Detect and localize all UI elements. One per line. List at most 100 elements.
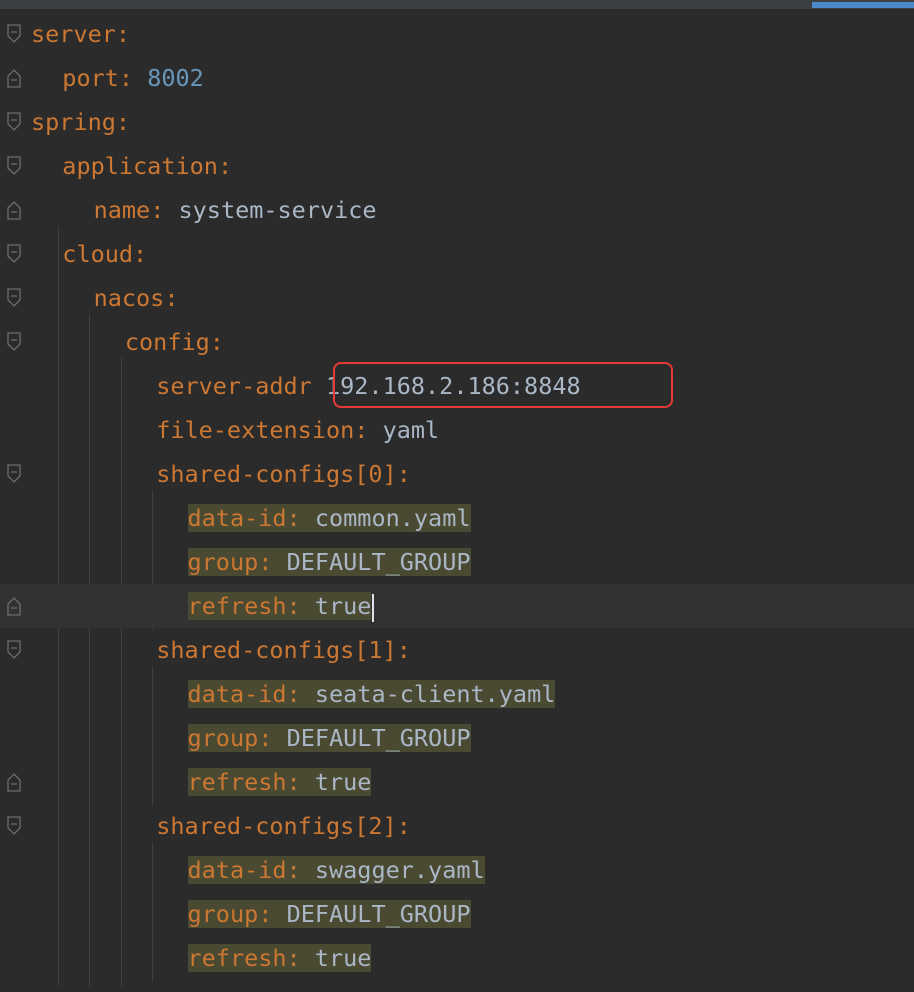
yaml-value: true — [314, 944, 372, 972]
code-text[interactable]: shared-configs[1]: — [156, 635, 411, 665]
yaml-value: swagger.yaml — [314, 856, 485, 884]
yaml-key: nacos — [93, 284, 165, 312]
code-text[interactable]: group: DEFAULT_GROUP — [187, 899, 471, 929]
yaml-colon: : — [115, 108, 131, 136]
fold-marker-icon[interactable] — [6, 156, 22, 176]
yaml-key: name — [93, 196, 151, 224]
yaml-colon: : — [258, 900, 273, 928]
code-text[interactable]: config: — [125, 327, 224, 357]
fold-end-icon[interactable] — [6, 68, 22, 88]
code-text[interactable]: name: system-service — [94, 195, 377, 225]
yaml-key: spring — [31, 108, 116, 136]
code-line[interactable]: nacos: — [0, 276, 914, 320]
code-line[interactable]: config: — [0, 320, 914, 364]
code-line[interactable]: server: — [0, 12, 914, 56]
yaml-value: yaml — [382, 416, 440, 444]
code-line[interactable]: group: DEFAULT_GROUP — [0, 716, 914, 760]
fold-end-icon[interactable] — [6, 596, 22, 616]
code-line[interactable]: data-id: seata-client.yaml — [0, 672, 914, 716]
code-line[interactable]: spring: — [0, 100, 914, 144]
yaml-value: DEFAULT_GROUP — [286, 724, 471, 752]
code-line[interactable]: refresh: true — [0, 936, 914, 980]
code-text[interactable]: data-id: swagger.yaml — [187, 855, 485, 885]
code-text[interactable]: group: DEFAULT_GROUP — [187, 547, 471, 577]
yaml-value: DEFAULT_GROUP — [286, 548, 471, 576]
yaml-colon: : — [286, 592, 301, 620]
fold-marker-icon[interactable] — [6, 464, 22, 484]
code-text[interactable]: shared-configs[2]: — [156, 811, 411, 841]
yaml-colon: : — [115, 20, 131, 48]
code-line[interactable]: cloud: — [0, 232, 914, 276]
code-text[interactable]: server: — [31, 19, 130, 49]
yaml-colon: : — [286, 856, 301, 884]
code-editor[interactable]: server: port: 8002 spring: application: name… — [0, 12, 914, 992]
yaml-key: refresh — [187, 768, 287, 796]
code-line[interactable]: port: 8002 — [0, 56, 914, 100]
code-text[interactable]: shared-configs[0]: — [156, 459, 411, 489]
highlight-annotation-box — [333, 362, 673, 408]
fold-marker-icon[interactable] — [6, 640, 22, 660]
code-text[interactable]: spring: — [31, 107, 130, 137]
code-text[interactable]: data-id: seata-client.yaml — [187, 679, 556, 709]
code-line[interactable]: shared-configs[0]: — [0, 452, 914, 496]
code-text[interactable]: application: — [62, 151, 232, 181]
yaml-colon: : — [354, 416, 369, 444]
yaml-key: server-addr — [156, 372, 312, 400]
fold-marker-icon[interactable] — [6, 288, 22, 308]
code-text[interactable]: refresh: true — [187, 943, 372, 973]
yaml-key: cloud — [62, 240, 134, 268]
yaml-colon: : — [258, 724, 273, 752]
code-text[interactable]: file-extension: yaml — [156, 415, 439, 445]
yaml-key: data-id — [187, 680, 287, 708]
code-text[interactable]: data-id: common.yaml — [187, 503, 471, 533]
fold-marker-icon[interactable] — [6, 816, 22, 836]
code-line[interactable]: data-id: common.yaml — [0, 496, 914, 540]
yaml-colon: : — [164, 284, 179, 312]
yaml-key: shared-configs[0] — [156, 460, 397, 488]
code-text[interactable]: port: 8002 — [62, 63, 204, 93]
yaml-key: data-id — [187, 504, 287, 532]
yaml-colon: : — [286, 944, 301, 972]
code-line[interactable]: shared-configs[2]: — [0, 804, 914, 848]
code-line[interactable]: refresh: true — [0, 760, 914, 804]
yaml-colon: : — [133, 240, 148, 268]
code-line[interactable]: group: DEFAULT_GROUP — [0, 892, 914, 936]
code-text[interactable]: cloud: — [62, 239, 147, 269]
yaml-colon: : — [396, 812, 411, 840]
code-line[interactable]: data-id: swagger.yaml — [0, 848, 914, 892]
yaml-key: refresh — [187, 592, 287, 620]
fold-end-icon[interactable] — [6, 772, 22, 792]
code-line[interactable]: file-extension: yaml — [0, 408, 914, 452]
fold-marker-icon[interactable] — [6, 112, 22, 132]
yaml-value: true — [314, 592, 372, 620]
code-line[interactable]: application: — [0, 144, 914, 188]
yaml-value: 8002 — [147, 64, 204, 92]
yaml-colon: : — [286, 768, 301, 796]
fold-end-icon[interactable] — [6, 200, 22, 220]
text-caret — [372, 593, 375, 622]
code-text[interactable]: refresh: true — [187, 591, 375, 622]
yaml-key: shared-configs[1] — [156, 636, 397, 664]
yaml-key: application — [62, 152, 218, 180]
yaml-value: true — [314, 768, 372, 796]
yaml-value: DEFAULT_GROUP — [286, 900, 471, 928]
code-line[interactable]: shared-configs[1]: — [0, 628, 914, 672]
code-text[interactable]: group: DEFAULT_GROUP — [187, 723, 471, 753]
yaml-key: refresh — [187, 944, 287, 972]
code-line[interactable]: refresh: true — [0, 584, 914, 628]
yaml-value: system-service — [178, 196, 377, 224]
yaml-key: server — [31, 20, 116, 48]
active-tab-indicator[interactable] — [812, 2, 914, 8]
fold-marker-icon[interactable] — [6, 24, 22, 44]
fold-marker-icon[interactable] — [6, 244, 22, 264]
code-line[interactable]: name: system-service — [0, 188, 914, 232]
yaml-colon: : — [150, 196, 165, 224]
code-text[interactable]: refresh: true — [187, 767, 372, 797]
code-line[interactable]: group: DEFAULT_GROUP — [0, 540, 914, 584]
yaml-key: port — [62, 64, 119, 92]
yaml-key: group — [187, 724, 259, 752]
fold-marker-icon[interactable] — [6, 332, 22, 352]
yaml-key: file-extension — [156, 416, 355, 444]
code-text[interactable]: nacos: — [94, 283, 179, 313]
yaml-key: group — [187, 900, 259, 928]
